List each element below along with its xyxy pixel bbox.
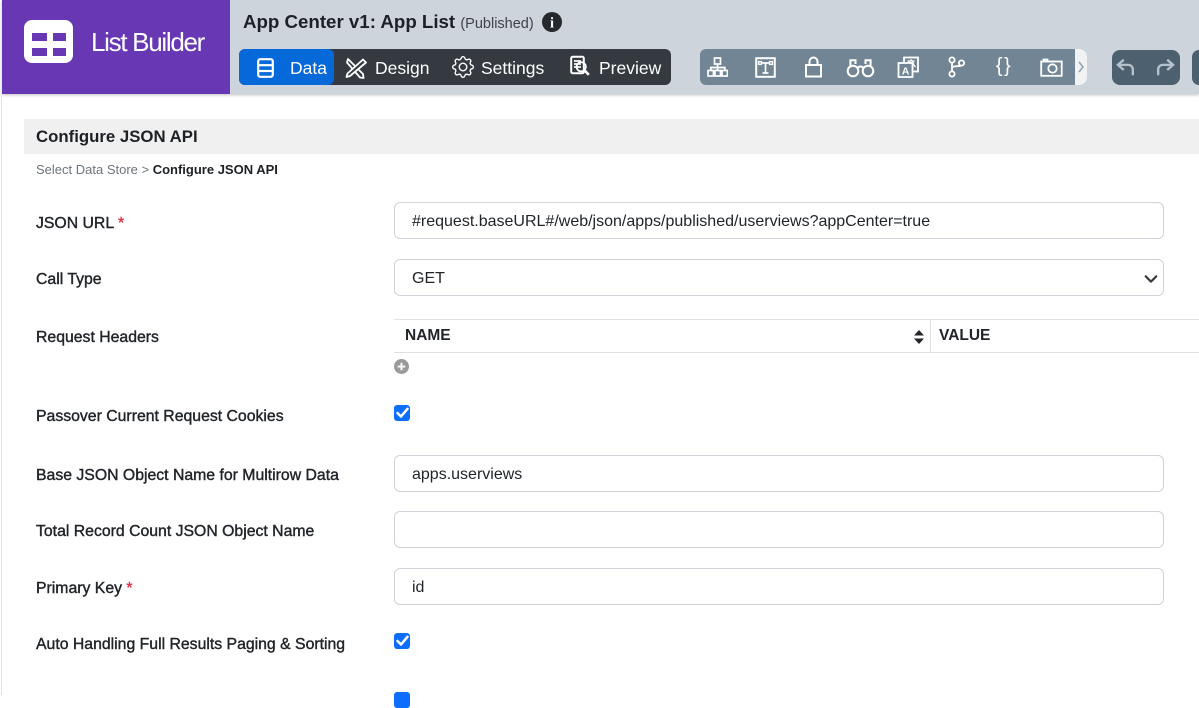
- svg-text:A: A: [902, 65, 910, 77]
- svg-text:i: i: [550, 15, 554, 31]
